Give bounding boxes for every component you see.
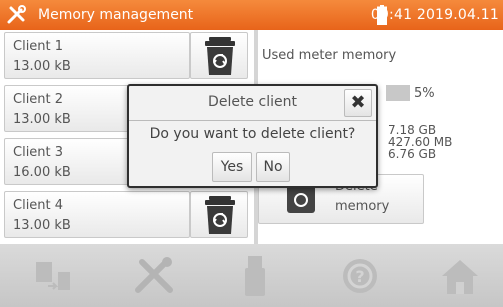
dialog-title: Delete client [208,94,297,110]
memory-free: 6.76 GB [388,147,437,161]
client-size: 13.00 kB [13,112,71,127]
client-item-1[interactable]: Client 1 13.00 kB [4,32,190,79]
dialog-message: Do you want to delete client? [149,126,356,142]
wrench-screwdriver-icon [7,5,26,24]
page-title: Memory management [38,7,194,23]
title-bar: Memory management 09:41 2019.04.11 [0,0,503,30]
svg-text:?: ? [355,267,364,286]
help-icon[interactable]: ? [340,256,380,296]
trash-icon [205,196,235,234]
client-name: Client 2 [13,92,64,107]
delete-client-dialog: Delete client ✖ Do you want to delete cl… [127,84,378,188]
client-size: 13.00 kB [13,218,71,233]
delete-client-button[interactable] [190,32,248,79]
dialog-separator [129,120,376,121]
trash-icon [205,37,235,75]
client-item-4[interactable]: Client 4 13.00 kB [4,191,190,238]
client-name: Client 4 [13,198,64,213]
settings-tools-icon[interactable] [132,256,176,296]
memory-usage-percent: 5% [414,86,435,101]
client-size: 13.00 kB [13,59,71,74]
bottom-toolbar: ? [0,244,503,307]
memory-usage-bar [386,85,410,101]
usb-icon[interactable] [244,256,266,298]
client-size: 16.00 kB [13,165,71,180]
yes-button[interactable]: Yes [212,152,252,182]
delete-memory-label-line2: memory [335,199,390,214]
trash-icon [287,185,315,213]
home-icon[interactable] [440,256,480,296]
used-memory-label: Used meter memory [262,48,397,63]
no-button[interactable]: No [256,152,290,182]
client-name: Client 1 [13,39,64,54]
close-icon: ✖ [350,92,366,113]
close-button[interactable]: ✖ [344,89,372,117]
client-name: Client 3 [13,145,64,160]
memory-transfer-icon[interactable] [34,256,76,296]
datetime: 09:41 2019.04.11 [370,7,499,23]
delete-client-button[interactable] [190,191,248,238]
